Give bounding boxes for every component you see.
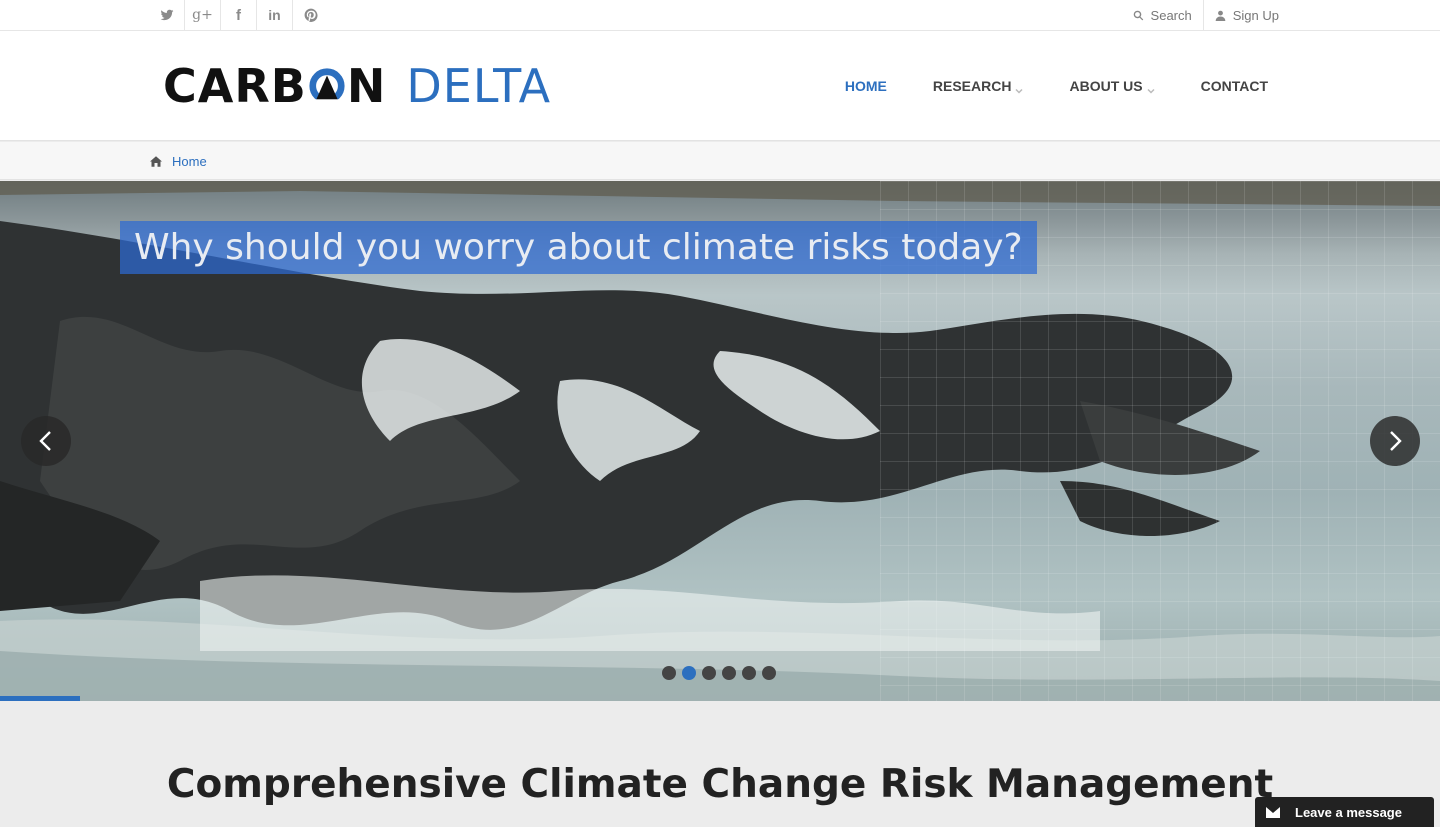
slide-dots [662, 666, 782, 680]
envelope-icon [1266, 806, 1280, 818]
leave-message-button[interactable]: Leave a message [1255, 797, 1434, 827]
site-header: CARB N DELTA HOME RESEARCH ABOUT US CONT… [0, 31, 1440, 141]
chevron-down-icon [1147, 82, 1155, 94]
nav-about-us[interactable]: ABOUT US [1069, 78, 1155, 94]
prev-slide-button[interactable] [21, 416, 71, 466]
slide-dot-1[interactable] [662, 666, 676, 680]
twitter-icon[interactable] [149, 0, 185, 30]
slide-dot-3[interactable] [702, 666, 716, 680]
section-title: Comprehensive Climate Change Risk Manage… [166, 762, 1274, 807]
logo[interactable]: CARB N DELTA [163, 59, 552, 113]
leave-message-label: Leave a message [1295, 804, 1402, 820]
nav-home-label: HOME [844, 78, 887, 94]
top-bar: g+ f in Search Sign Up [0, 0, 1440, 31]
linkedin-glyph: in [268, 7, 281, 23]
slide-dot-2[interactable] [682, 666, 696, 680]
nav-research[interactable]: RESEARCH [933, 78, 1024, 94]
next-slide-button[interactable] [1370, 416, 1420, 466]
home-icon [150, 155, 162, 167]
slide-dot-6[interactable] [762, 666, 776, 680]
main-nav: HOME RESEARCH ABOUT US CONTACT [799, 31, 1268, 141]
top-links: Search Sign Up [1122, 0, 1290, 30]
facebook-glyph: f [236, 6, 241, 24]
facebook-icon[interactable]: f [221, 0, 257, 30]
search-label: Search [1150, 7, 1192, 23]
search-icon [1133, 10, 1143, 20]
nav-contact-label: CONTACT [1200, 78, 1268, 94]
logo-delta: DELTA [406, 59, 552, 113]
nav-about-label: ABOUT US [1069, 78, 1143, 94]
google-plus-glyph: g+ [192, 7, 213, 23]
logo-carbon-part1: CARB [163, 59, 307, 113]
chevron-left-icon [39, 431, 51, 451]
social-links: g+ f in [149, 0, 329, 30]
pinterest-icon[interactable] [293, 0, 329, 30]
search-link[interactable]: Search [1122, 0, 1203, 30]
google-plus-icon[interactable]: g+ [185, 0, 221, 30]
logo-o-mark-icon [307, 67, 346, 105]
nav-contact[interactable]: CONTACT [1201, 78, 1268, 94]
logo-carbon-part2: N [346, 59, 387, 113]
linkedin-icon[interactable]: in [257, 0, 293, 30]
hero-slider: Why should you worry about climate risks… [0, 181, 1440, 701]
chevron-down-icon [1015, 82, 1023, 94]
nav-research-label: RESEARCH [932, 78, 1012, 94]
signup-label: Sign Up [1232, 7, 1279, 23]
slide-dot-4[interactable] [722, 666, 736, 680]
nav-home[interactable]: HOME [845, 78, 887, 94]
slide-progress-bar [0, 696, 80, 701]
slide-dot-5[interactable] [742, 666, 756, 680]
breadcrumb-bar: Home [0, 142, 1440, 180]
user-icon [1215, 10, 1226, 21]
breadcrumb-home[interactable]: Home [172, 154, 207, 169]
signup-link[interactable]: Sign Up [1202, 0, 1290, 30]
hero-caption: Why should you worry about climate risks… [120, 221, 1037, 274]
chevron-right-icon [1390, 431, 1402, 451]
breadcrumb: Home [150, 142, 207, 180]
